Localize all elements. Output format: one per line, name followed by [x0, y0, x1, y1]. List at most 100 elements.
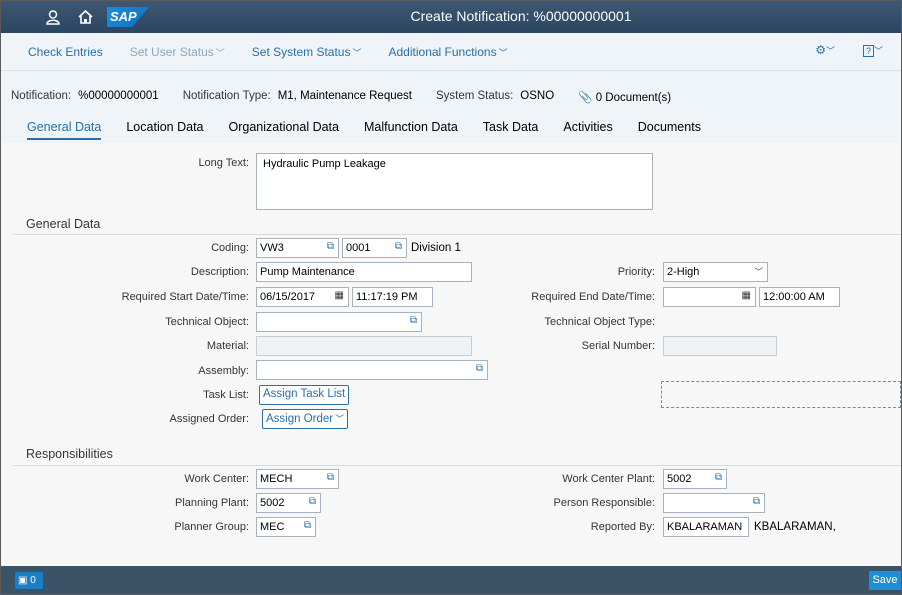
coding-description: Division 1 [411, 242, 461, 254]
notification-value: %00000000001 [78, 90, 159, 102]
documents-link[interactable]: 📎 0 Document(s) [578, 90, 671, 104]
tab-bar: General Data Location Data Organizationa… [27, 120, 726, 140]
work-center-plant-label: Work Center Plant: [562, 473, 655, 485]
value-help-icon[interactable]: ⧉ [476, 363, 483, 374]
set-user-status-label: Set User Status [129, 44, 214, 59]
value-help-icon[interactable]: ⧉ [309, 496, 316, 507]
person-responsible-input[interactable]: ⧉ [663, 493, 765, 513]
chevron-down-icon: ﹀ [498, 47, 508, 58]
value-help-icon[interactable]: ⧉ [753, 496, 760, 507]
coding-code-value: 0001 [346, 242, 371, 254]
calendar-icon[interactable]: ▦ [742, 290, 751, 301]
chevron-down-icon: ﹀ [215, 47, 225, 58]
tab-general-data[interactable]: General Data [27, 120, 102, 140]
long-text-area[interactable]: Hydraulic Pump Leakage [256, 153, 653, 210]
settings-menu[interactable]: ⚙﹀ [815, 43, 835, 57]
priority-value: 2-High [667, 266, 700, 278]
required-end-time-input[interactable]: 12:00:00 AM [759, 287, 840, 307]
tab-activities[interactable]: Activities [563, 120, 612, 140]
notification-type-value: M1, Maintenance Request [277, 90, 412, 102]
chevron-down-icon: ﹀ [873, 46, 883, 56]
technical-object-type-label: Technical Object Type: [544, 316, 655, 328]
person-responsible-label: Person Responsible: [553, 497, 655, 509]
work-center-label: Work Center: [184, 473, 249, 485]
material-field [256, 336, 472, 356]
required-end-date-input[interactable]: ▦ [663, 287, 756, 307]
coding-group-field[interactable]: VW3 ⧉ [256, 238, 339, 258]
system-status-label: System Status: [435, 90, 514, 102]
assembly-label: Assembly: [198, 365, 249, 377]
additional-functions-menu[interactable]: Additional Functions ﹀ [389, 45, 508, 59]
chevron-down-icon: ﹀ [753, 267, 763, 277]
planner-group-value: MEC [260, 521, 285, 533]
work-center-input[interactable]: MECH ⧉ [256, 469, 339, 489]
value-help-icon[interactable]: ⧉ [410, 315, 417, 326]
material-label: Material: [206, 340, 249, 352]
assembly-input[interactable]: ⧉ [256, 360, 488, 380]
required-start-time-input[interactable]: 11:17:19 PM [352, 287, 433, 307]
planning-plant-input[interactable]: 5002 ⧉ [256, 493, 321, 513]
tab-malfunction-data[interactable]: Malfunction Data [364, 120, 458, 140]
tab-documents[interactable]: Documents [638, 120, 701, 140]
work-center-value: MECH [260, 473, 293, 485]
page-title: Create Notification: %00000000001 [410, 8, 632, 24]
form-area: Long Text: Hydraulic Pump Leakage Genera… [1, 143, 901, 567]
set-user-status-menu[interactable]: Set User Status ﹀ [130, 45, 225, 59]
reported-by-label: Reported By: [590, 521, 655, 533]
priority-label: Priority: [617, 266, 655, 278]
calendar-icon[interactable]: ▦ [335, 290, 344, 301]
sap-logo[interactable]: SAP [107, 7, 149, 27]
required-start-date-value: 06/15/2017 [260, 291, 316, 303]
technical-object-label: Technical Object: [165, 316, 249, 328]
value-help-icon[interactable]: ⧉ [715, 472, 722, 483]
shell-bar: SAP Create Notification: %00000000001 [1, 1, 901, 33]
settings-icon: ⚙ [815, 43, 826, 57]
value-help-icon[interactable]: ⧉ [395, 241, 402, 252]
work-center-plant-input[interactable]: 5002 ⧉ [663, 469, 727, 489]
description-input[interactable]: Pump Maintenance [256, 262, 472, 282]
work-center-plant-value: 5002 [667, 473, 692, 485]
value-help-icon[interactable]: ⧉ [304, 520, 311, 531]
coding-group-value: VW3 [260, 242, 284, 254]
messages-button[interactable]: ▣ 0 [15, 572, 43, 589]
task-list-label: Task List: [203, 389, 249, 401]
tab-organizational-data[interactable]: Organizational Data [229, 120, 339, 140]
long-text-label: Long Text: [198, 157, 249, 169]
object-header: Notification: %00000000001 Notification … [1, 71, 901, 143]
system-status-value: OSNO [520, 90, 555, 102]
tab-location-data[interactable]: Location Data [126, 120, 203, 140]
notification-label: Notification: [11, 90, 72, 102]
required-start-date-input[interactable]: 06/15/2017 ▦ [256, 287, 349, 307]
chevron-down-icon: ﹀ [825, 46, 835, 56]
check-entries-button[interactable]: Check Entries [28, 45, 103, 59]
assigned-order-label: Assigned Order: [169, 413, 249, 425]
set-system-status-menu[interactable]: Set System Status ﹀ [252, 45, 362, 59]
toolbar: Check Entries Set User Status ﹀ Set Syste… [1, 33, 901, 71]
required-start-label: Required Start Date/Time: [121, 291, 249, 303]
chevron-down-icon: ﹀ [352, 47, 362, 58]
tab-task-data[interactable]: Task Data [483, 120, 539, 140]
chevron-down-icon: ﹀ [335, 414, 345, 424]
user-icon[interactable] [37, 1, 69, 33]
planner-group-input[interactable]: MEC ⧉ [256, 517, 316, 537]
assign-task-list-button[interactable]: Assign Task List [259, 385, 350, 405]
technical-object-input[interactable]: ⧉ [256, 312, 422, 332]
value-help-icon[interactable]: ⧉ [327, 241, 334, 252]
reported-by-name: KBALARAMAN, [754, 521, 836, 533]
assign-order-label: Assign Order [266, 413, 334, 425]
planning-plant-label: Planning Plant: [175, 497, 249, 509]
footer-bar: ▣ 0 Save [1, 566, 901, 594]
general-data-section-title: General Data [26, 217, 101, 231]
reported-by-input[interactable]: KBALARAMAN [663, 517, 749, 537]
empty-placeholder-area [661, 381, 901, 408]
notification-type-label: Notification Type: [182, 90, 271, 102]
coding-code-field[interactable]: 0001 ⧉ [342, 238, 407, 258]
planning-plant-value: 5002 [260, 497, 285, 509]
priority-select[interactable]: 2-High ﹀ [663, 262, 768, 282]
description-label: Description: [190, 266, 249, 278]
value-help-icon[interactable]: ⧉ [327, 472, 334, 483]
save-button[interactable]: Save [869, 571, 901, 590]
help-menu[interactable]: ? ﹀ [862, 43, 883, 57]
home-icon[interactable] [69, 1, 101, 33]
assign-order-button[interactable]: Assign Order ﹀ [262, 409, 349, 429]
